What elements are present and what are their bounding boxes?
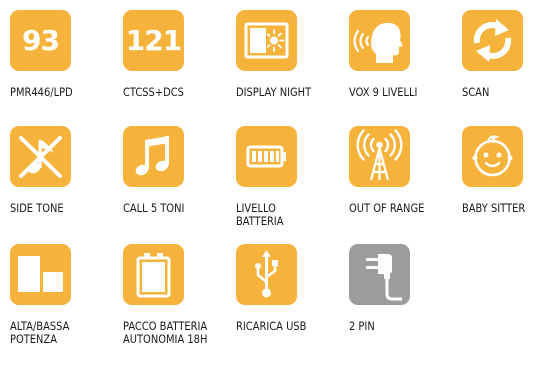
antenna-signal-icon <box>349 126 410 187</box>
speaking-head-icon <box>349 10 410 71</box>
power-level-icon <box>10 244 71 305</box>
feature-label: CALL 5 TONI <box>123 201 185 215</box>
feature-label: CTCSS+DCS <box>123 85 184 99</box>
feature-label: OUT OF RANGE <box>349 201 425 215</box>
feature-label: LIVELLO BATTERIA <box>236 201 284 228</box>
battery-level-icon <box>236 126 297 187</box>
feature-label: SCAN <box>462 85 490 99</box>
battery-pack-icon <box>123 244 184 305</box>
feature-label: DISPLAY NIGHT <box>236 85 312 99</box>
muted-note-icon <box>10 126 71 187</box>
feature-label: BABY SITTER <box>462 201 526 215</box>
usb-icon <box>236 244 297 305</box>
feature-label: 2 PIN <box>349 319 375 333</box>
feature-label: VOX 9 LIVELLI <box>349 85 418 99</box>
feature-label: RICARICA USB <box>236 319 307 333</box>
number-121-icon: 121 <box>123 10 184 71</box>
moon-sun-display-icon <box>236 10 297 71</box>
feature-label: PACCO BATTERIA AUTONOMIA 18H <box>123 319 208 346</box>
feature-label: ALTA/BASSA POTENZA <box>10 319 70 346</box>
baby-face-icon <box>462 126 523 187</box>
refresh-arrows-icon <box>462 10 523 71</box>
feature-label: PMR446/LPD <box>10 85 73 99</box>
feature-label: SIDE TONE <box>10 201 64 215</box>
number-93-icon: 93 <box>10 10 71 71</box>
music-note-icon <box>123 126 184 187</box>
tile-number: 93 <box>22 24 60 57</box>
tile-number: 121 <box>125 24 182 57</box>
charger-plug-icon <box>349 244 410 305</box>
